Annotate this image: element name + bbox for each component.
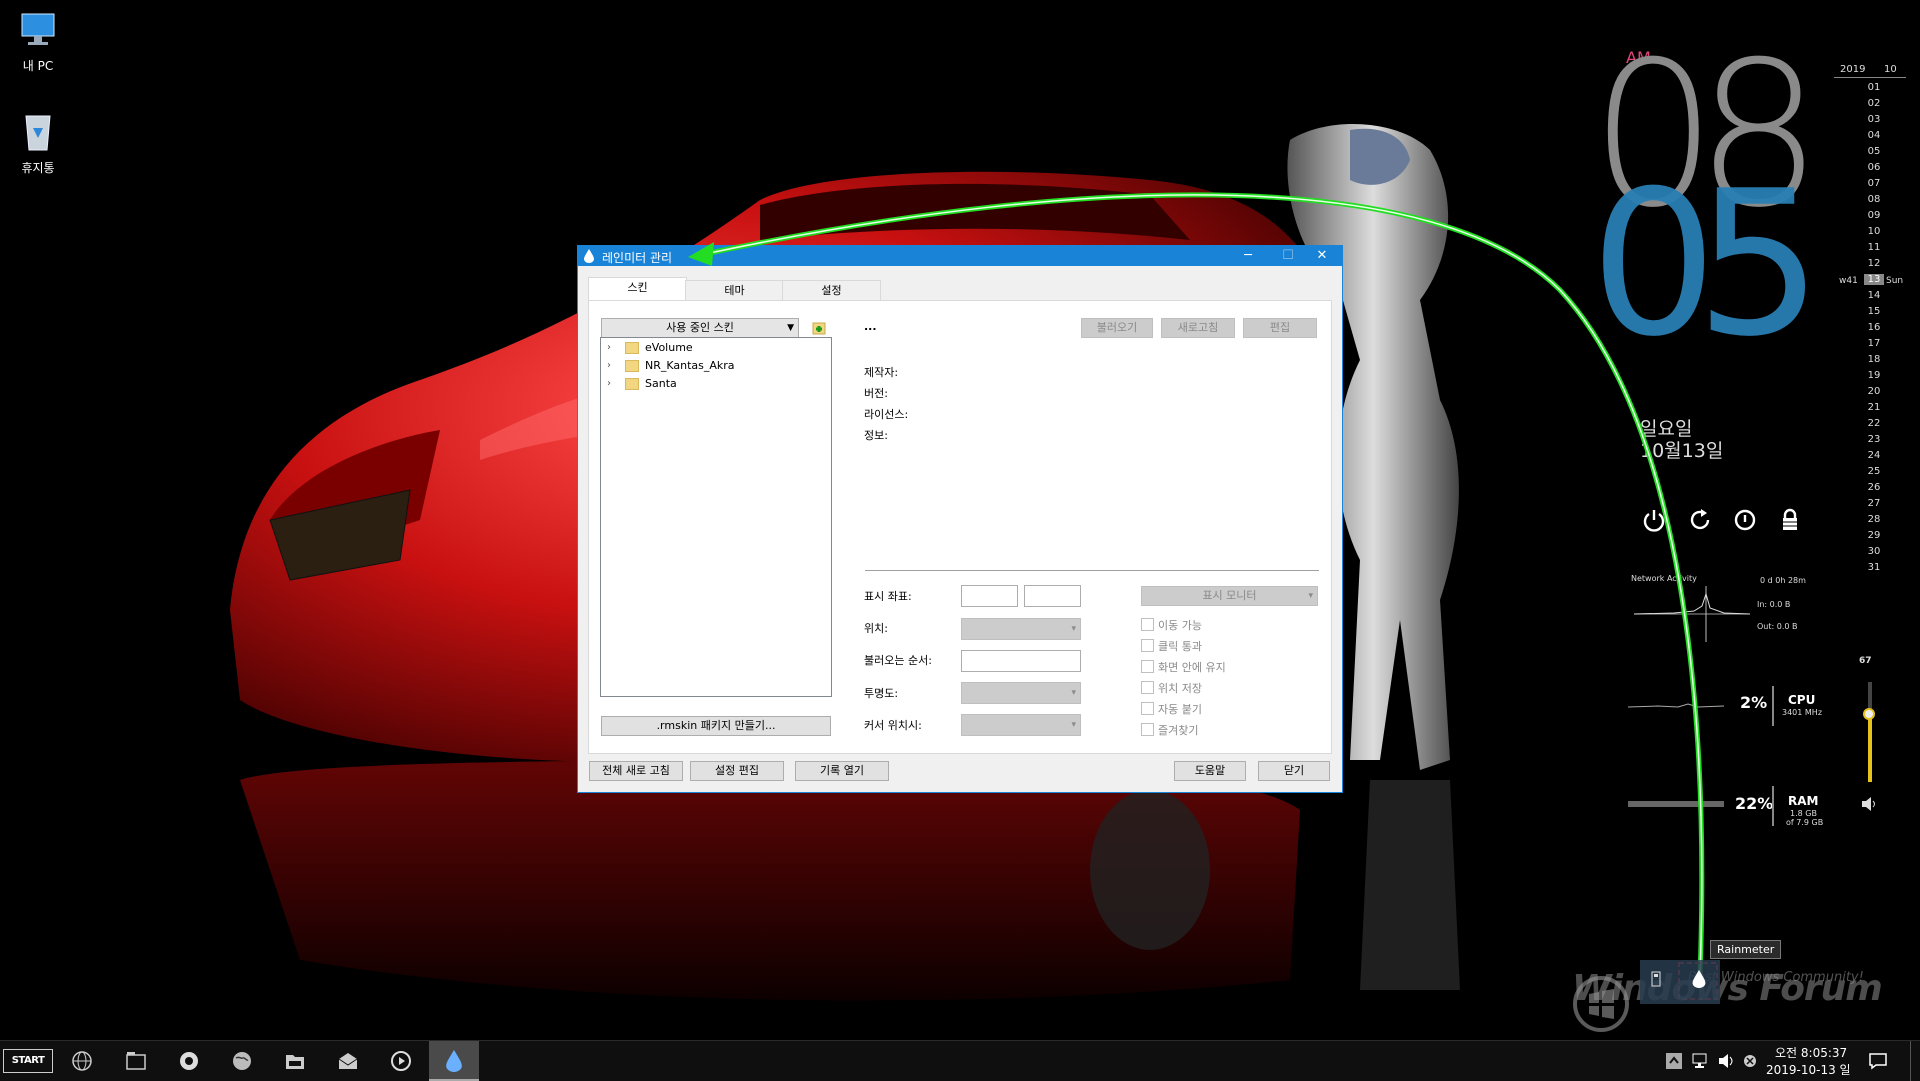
close-circle-icon[interactable] (1743, 1054, 1757, 1068)
mail-icon[interactable] (336, 1049, 360, 1073)
volume-tray-icon[interactable] (1718, 1053, 1736, 1069)
annotation-arrow (688, 192, 1718, 1000)
windows-logo-icon (1573, 976, 1629, 1032)
network-globe-icon[interactable] (70, 1049, 94, 1073)
start-button[interactable]: START (3, 1049, 53, 1073)
network-tray-icon[interactable] (1692, 1053, 1710, 1069)
notification-icon[interactable] (1868, 1052, 1888, 1070)
rainmeter-icon (446, 1050, 462, 1072)
browser-globe-icon[interactable] (230, 1049, 254, 1073)
usb-icon[interactable] (1648, 970, 1664, 990)
tray-date[interactable]: 2019-10-13 일 (1766, 1061, 1851, 1078)
rainmeter-tray-icon[interactable] (1692, 970, 1706, 988)
media-disc-icon[interactable] (177, 1049, 201, 1073)
taskbar-rainmeter-button[interactable] (429, 1041, 479, 1081)
tray-time[interactable]: 오전 8:05:37 (1775, 1044, 1847, 1061)
taskbar: START 오전 8:05:37 2019-10-13 일 (0, 1040, 1920, 1081)
show-desktop-button[interactable] (1910, 1041, 1920, 1081)
show-hidden-icons-icon[interactable] (1666, 1053, 1682, 1069)
tray-tooltip: Rainmeter (1710, 940, 1782, 959)
folder-window-icon[interactable] (124, 1049, 148, 1073)
media-player-icon[interactable] (389, 1049, 413, 1073)
file-explorer-icon[interactable] (283, 1049, 307, 1073)
